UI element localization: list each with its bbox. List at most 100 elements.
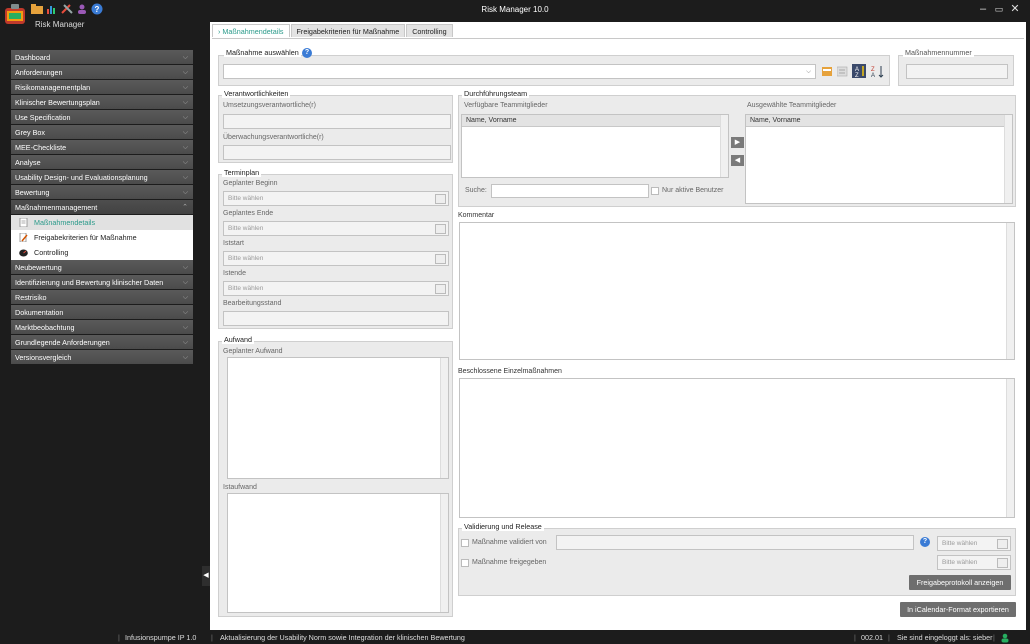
chevron-down-icon: ⌵ — [182, 99, 188, 106]
document-icon — [19, 218, 28, 227]
durchfuehrungsteam-title: Durchführungsteam — [462, 89, 530, 98]
calendar-icon[interactable] — [997, 539, 1008, 549]
export-icalendar-button[interactable]: In iCalendar-Format exportieren — [900, 602, 1016, 617]
svg-text:A: A — [871, 73, 875, 78]
sidebar-item-usability-design[interactable]: Usability Design- und Evaluationsplanung… — [11, 170, 193, 185]
sidebar-item-klinischer-bewertungsplan[interactable]: Klinischer Bewertungsplan ⌵ — [11, 95, 193, 110]
calendar-icon[interactable] — [435, 224, 446, 234]
geplanter-aufwand-label: Geplanter Aufwand — [223, 348, 283, 355]
sidebar-item-klinische-daten[interactable]: Identifizierung und Bewertung klinischer… — [11, 275, 193, 290]
calendar-icon[interactable] — [435, 254, 446, 264]
sidebar: Dashboard ⌵ Anforderungen ⌵ Risikomanageme… — [11, 50, 193, 365]
istaufwand-textarea[interactable] — [227, 493, 449, 613]
sidebar-item-bewertung[interactable]: Bewertung ⌵ — [11, 185, 193, 200]
validiert-datepicker[interactable]: Bitte wählen — [937, 536, 1011, 551]
available-members-list[interactable]: Name, Vorname — [461, 114, 729, 178]
scrollbar[interactable] — [1006, 379, 1014, 517]
available-members-column-header[interactable]: Name, Vorname — [462, 115, 720, 127]
sidebar-subitem-controlling[interactable]: Controlling — [11, 245, 193, 260]
massnahmennummer-label: Maßnahmennummer — [903, 48, 974, 57]
add-member-button[interactable]: ▶ — [731, 137, 744, 148]
freigegeben-label: Maßnahme freigegeben — [472, 559, 547, 566]
sidebar-item-grey-box[interactable]: Grey Box ⌵ — [11, 125, 193, 140]
sort-az-icon[interactable]: AZ — [852, 64, 866, 78]
window-title: Risk Manager 10.0 — [481, 5, 549, 14]
sidebar-item-risikomanagementplan[interactable]: Risikomanagementplan ⌵ — [11, 80, 193, 95]
freigegeben-datepicker[interactable]: Bitte wählen — [937, 555, 1011, 570]
sidebar-subitem-freigabekriterien[interactable]: Freigabekriterien für Maßnahme — [11, 230, 193, 245]
status-login: Sie sind eingeloggt als: sieber — [897, 633, 993, 642]
chevron-down-icon: ⌵ — [182, 54, 188, 61]
user-status-icon[interactable] — [1000, 633, 1010, 643]
freigegeben-checkbox[interactable] — [461, 559, 469, 567]
sort-za-icon[interactable]: ZA — [871, 65, 885, 78]
validiert-von-field[interactable] — [556, 535, 914, 550]
sidebar-item-marktbeobachtung[interactable]: Marktbeobachtung ⌵ — [11, 320, 193, 335]
geplanter-beginn-datepicker[interactable]: Bitte wählen — [223, 191, 449, 206]
help-icon[interactable]: ? — [302, 48, 312, 58]
help-icon[interactable]: ? — [920, 537, 930, 547]
remove-member-button[interactable]: ◀ — [731, 155, 744, 166]
tab-massnahmendetails[interactable]: › Maßnahmendetails — [212, 24, 290, 37]
calendar-icon[interactable] — [997, 558, 1008, 568]
chevron-down-icon: ⌵ — [182, 309, 188, 316]
close-button[interactable]: ✕ — [1009, 3, 1021, 15]
scrollbar[interactable] — [1006, 223, 1014, 359]
geplantes-ende-datepicker[interactable]: Bitte wählen — [223, 221, 449, 236]
sidebar-item-use-specification[interactable]: Use Specification ⌵ — [11, 110, 193, 125]
search-input[interactable] — [491, 184, 649, 198]
einzelmassnahmen-textarea[interactable] — [459, 378, 1015, 518]
sidebar-item-mee-checkliste[interactable]: MEE-Checkliste ⌵ — [11, 140, 193, 155]
selected-members-list[interactable]: Name, Vorname — [745, 114, 1013, 204]
calendar-icon[interactable] — [435, 194, 446, 204]
sidebar-subitem-massnahmendetails[interactable]: Maßnahmendetails — [11, 215, 193, 230]
list-icon[interactable] — [837, 66, 848, 77]
kommentar-textarea[interactable] — [459, 222, 1015, 360]
scrollbar[interactable] — [720, 115, 728, 177]
sidebar-item-grundlegende-anforderungen[interactable]: Grundlegende Anforderungen ⌵ — [11, 335, 193, 350]
chevron-down-icon: ⌵ — [182, 159, 188, 166]
only-active-checkbox[interactable] — [651, 187, 659, 195]
freigabeprotokoll-button[interactable]: Freigabeprotokoll anzeigen — [909, 575, 1011, 590]
new-record-icon[interactable] — [822, 66, 833, 77]
minimize-button[interactable]: – — [977, 3, 989, 15]
scrollbar[interactable] — [1004, 115, 1012, 203]
selected-members-column-header[interactable]: Name, Vorname — [746, 115, 1004, 127]
iststart-datepicker[interactable]: Bitte wählen — [223, 251, 449, 266]
sidebar-collapse-button[interactable]: ◀ — [202, 566, 210, 586]
tab-freigabekriterien[interactable]: Freigabekriterien für Maßnahme — [290, 24, 406, 37]
chevron-down-icon: ⌵ — [182, 189, 188, 196]
umsetzung-field[interactable] — [223, 114, 451, 129]
sidebar-item-dokumentation[interactable]: Dokumentation ⌵ — [11, 305, 193, 320]
sidebar-item-neubewertung[interactable]: Neubewertung ⌵ — [11, 260, 193, 275]
available-members-label: Verfügbare Teammitglieder — [464, 102, 548, 109]
maximize-button[interactable]: ▭ — [993, 3, 1005, 15]
scrollbar[interactable] — [440, 494, 448, 612]
umsetzung-label: Umsetzungsverantwortliche(r) — [223, 102, 316, 109]
scrollbar[interactable] — [440, 358, 448, 478]
bearbeitungsstand-field[interactable] — [223, 311, 449, 326]
chevron-up-icon: ⌃ — [182, 204, 188, 211]
sidebar-item-dashboard[interactable]: Dashboard ⌵ — [11, 50, 193, 65]
ueberwachung-field[interactable] — [223, 145, 451, 160]
tab-divider — [212, 38, 1024, 39]
sidebar-item-analyse[interactable]: Analyse ⌵ — [11, 155, 193, 170]
kommentar-label: Kommentar — [458, 212, 495, 219]
tab-controlling[interactable]: Controlling — [406, 24, 453, 37]
istende-datepicker[interactable]: Bitte wählen — [223, 281, 449, 296]
massnahme-dropdown[interactable]: ⌵ — [223, 64, 816, 79]
app-name: Risk Manager — [35, 20, 85, 29]
sidebar-item-restrisiko[interactable]: Restrisiko ⌵ — [11, 290, 193, 305]
status-version: 002.01 — [861, 633, 883, 642]
status-description: Aktualisierung der Usability Norm sowie … — [220, 633, 465, 642]
sidebar-item-versionsvergleich[interactable]: Versionsvergleich ⌵ — [11, 350, 193, 365]
geplanter-aufwand-textarea[interactable] — [227, 357, 449, 479]
calendar-icon[interactable] — [435, 284, 446, 294]
chevron-down-icon: ⌵ — [182, 264, 188, 271]
sidebar-item-anforderungen[interactable]: Anforderungen ⌵ — [11, 65, 193, 80]
massnahme-select-label: Maßnahme auswählen — [224, 48, 301, 57]
massnahmennummer-field[interactable] — [906, 64, 1008, 79]
validiert-checkbox[interactable] — [461, 539, 469, 547]
chevron-down-icon: ⌵ — [182, 339, 188, 346]
sidebar-item-massnahmenmanagement[interactable]: Maßnahmenmanagement ⌃ — [11, 200, 193, 215]
